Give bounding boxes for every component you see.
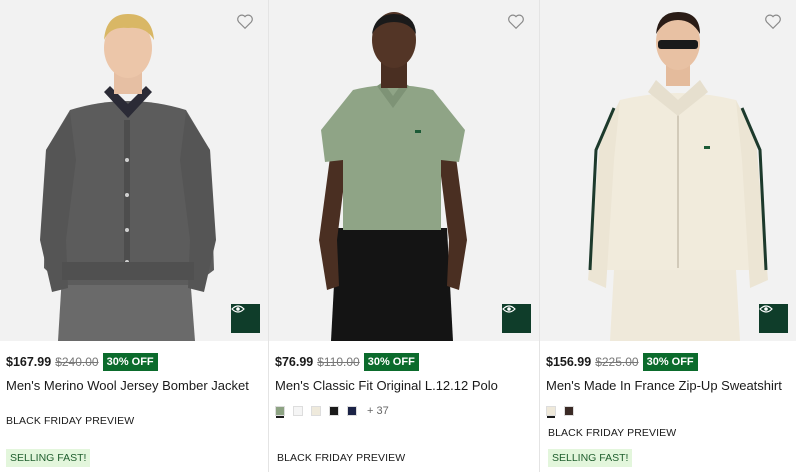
product-name-link[interactable]: Men's Made In France Zip-Up Sweatshirt [546, 378, 790, 393]
promo-label: BLACK FRIDAY PREVIEW [548, 427, 677, 439]
product-image[interactable] [0, 0, 268, 341]
eye-icon [502, 305, 516, 313]
product-photo-bomber-jacket [0, 0, 268, 341]
product-photo-zip-sweatshirt [540, 0, 796, 341]
selling-fast-badge: SELLING FAST! [6, 449, 91, 467]
price-row: $76.99 $110.00 30% OFF [275, 353, 533, 371]
product-card[interactable]: $156.99 $225.00 30% OFF Men's Made In Fr… [540, 0, 796, 472]
product-image[interactable] [269, 0, 539, 341]
original-price: $225.00 [595, 355, 639, 369]
wishlist-heart-icon[interactable] [764, 13, 782, 30]
product-card[interactable]: $76.99 $110.00 30% OFF Men's Classic Fit… [269, 0, 540, 472]
sale-price: $167.99 [6, 355, 52, 369]
more-colors-count[interactable]: + 37 [367, 405, 389, 417]
color-swatch[interactable] [293, 406, 303, 416]
sale-price: $76.99 [275, 355, 314, 369]
color-swatch[interactable] [564, 406, 574, 416]
price-row: $156.99 $225.00 30% OFF [546, 353, 790, 371]
wishlist-heart-icon[interactable] [507, 13, 525, 30]
color-swatch[interactable] [546, 406, 556, 416]
eye-icon [231, 305, 245, 313]
quickview-eye-button[interactable] [231, 304, 260, 333]
eye-icon [759, 305, 773, 313]
product-info: $167.99 $240.00 30% OFF Men's Merino Woo… [6, 353, 262, 393]
original-price: $240.00 [55, 355, 99, 369]
wishlist-heart-icon[interactable] [236, 13, 254, 30]
color-swatch[interactable] [275, 406, 285, 416]
product-image[interactable] [540, 0, 796, 341]
color-swatch[interactable] [347, 406, 357, 416]
product-photo-polo [269, 0, 539, 341]
discount-badge: 30% OFF [363, 353, 419, 371]
color-swatch[interactable] [329, 406, 339, 416]
product-card[interactable]: $167.99 $240.00 30% OFF Men's Merino Woo… [0, 0, 269, 472]
product-info: $156.99 $225.00 30% OFF Men's Made In Fr… [546, 353, 790, 419]
product-info: $76.99 $110.00 30% OFF Men's Classic Fit… [275, 353, 533, 419]
sale-price: $156.99 [546, 355, 592, 369]
product-name-link[interactable]: Men's Merino Wool Jersey Bomber Jacket [6, 378, 262, 393]
quickview-eye-button[interactable] [502, 304, 531, 333]
discount-badge: 30% OFF [102, 353, 158, 371]
product-name-link[interactable]: Men's Classic Fit Original L.12.12 Polo [275, 378, 533, 393]
discount-badge: 30% OFF [642, 353, 698, 371]
selling-fast-badge: SELLING FAST! [548, 449, 633, 467]
promo-label: BLACK FRIDAY PREVIEW [6, 415, 135, 427]
product-grid: $167.99 $240.00 30% OFF Men's Merino Woo… [0, 0, 798, 472]
color-swatches [546, 403, 790, 419]
original-price: $110.00 [317, 355, 360, 369]
price-row: $167.99 $240.00 30% OFF [6, 353, 262, 371]
promo-label: BLACK FRIDAY PREVIEW [277, 452, 406, 464]
color-swatches: + 37 [275, 403, 533, 419]
color-swatch[interactable] [311, 406, 321, 416]
quickview-eye-button[interactable] [759, 304, 788, 333]
